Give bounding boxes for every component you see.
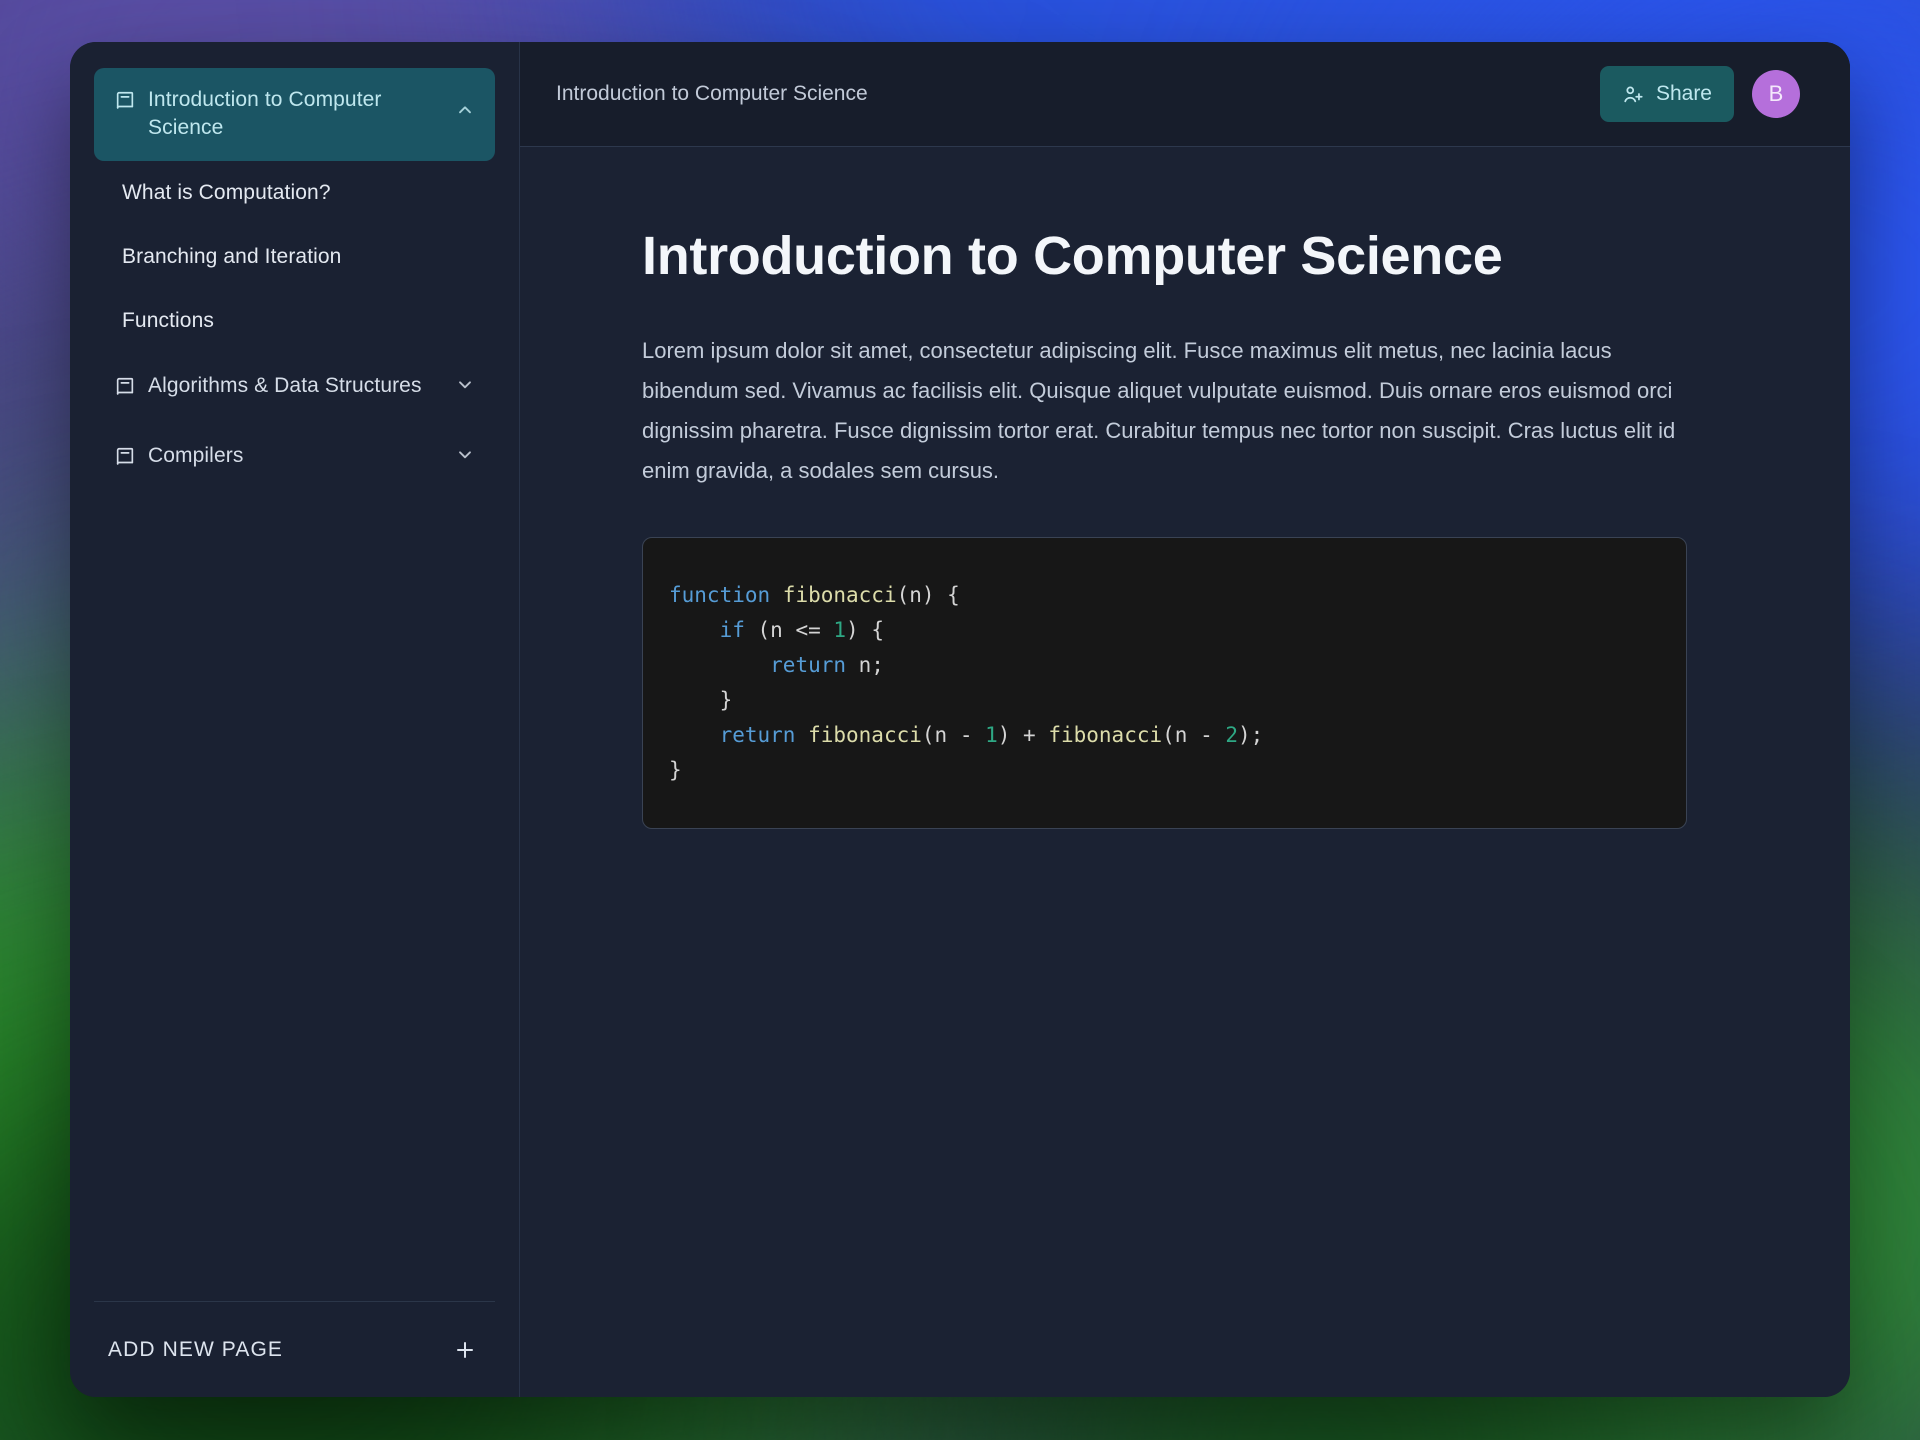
document-inner: Introduction to Computer Science Lorem i… [642, 225, 1687, 829]
sidebar-item-compilers[interactable]: Compilers [94, 424, 495, 494]
sidebar-item-label: Branching and Iteration [122, 245, 342, 269]
avatar[interactable]: B [1752, 70, 1800, 118]
main-panel: Introduction to Computer Science Share B [520, 42, 1850, 1397]
sidebar-item-what-is-computation[interactable]: What is Computation? [94, 161, 495, 225]
code-token-pl: ) { [846, 618, 884, 642]
user-plus-icon [1622, 83, 1644, 105]
code-token-pl: (n <= [744, 618, 834, 642]
code-token-pl: (n - [921, 723, 986, 747]
sidebar-item-label: Functions [122, 309, 214, 333]
book-icon [114, 90, 136, 120]
chevron-down-icon[interactable] [455, 375, 475, 403]
code-token-kw: return [770, 653, 847, 677]
sidebar-item-label: Compilers [148, 444, 244, 468]
breadcrumb[interactable]: Introduction to Computer Science [556, 82, 1582, 106]
app-window: Introduction to Computer Science What is… [70, 42, 1850, 1397]
code-token-pl: ); [1238, 723, 1264, 747]
code-token-fn: fibonacci [782, 583, 897, 607]
code-token-fn: fibonacci [808, 723, 922, 747]
code-token-pl: ) + [997, 723, 1049, 747]
code-token-num: 1 [985, 723, 998, 747]
document-area: Introduction to Computer Science Lorem i… [520, 147, 1850, 1397]
desktop-wallpaper: Introduction to Computer Science What is… [0, 0, 1920, 1440]
page-title: Introduction to Computer Science [642, 226, 1503, 286]
code-token-num: 1 [833, 618, 847, 642]
sidebar-item-label: Algorithms & Data Structures [148, 373, 422, 397]
topbar: Introduction to Computer Science Share B [520, 42, 1850, 147]
sidebar-item-functions[interactable]: Functions [94, 289, 495, 353]
code-token-pl: } [669, 758, 682, 782]
sidebar-item-introduction-to-computer-science[interactable]: Introduction to Computer Science [94, 68, 495, 161]
chevron-up-icon[interactable] [455, 100, 475, 128]
share-button-label: Share [1655, 82, 1712, 105]
code-token-fn: fibonacci [1048, 723, 1163, 747]
sidebar: Introduction to Computer Science What is… [70, 42, 520, 1397]
sidebar-nav: Introduction to Computer Science What is… [70, 42, 519, 1301]
code-token-kw: if [719, 618, 745, 642]
book-icon [114, 446, 136, 476]
chevron-down-icon[interactable] [455, 445, 475, 473]
code-token-pl: (n) { [896, 583, 960, 607]
plus-icon [453, 1338, 477, 1362]
code-token-kw: return [719, 723, 796, 747]
add-new-page-label: ADD NEW PAGE [108, 1337, 283, 1361]
sidebar-item-label: What is Computation? [122, 180, 331, 204]
sidebar-item-algorithms-and-data-structures[interactable]: Algorithms & Data Structures [94, 354, 495, 424]
code-token-pl: n; [846, 653, 884, 677]
code-token-pl: (n - [1162, 723, 1226, 747]
code-token-kw: function [669, 583, 783, 607]
sidebar-item-label: Introduction to Computer Science [148, 88, 382, 140]
sidebar-item-branching-and-iteration[interactable]: Branching and Iteration [94, 225, 495, 289]
avatar-initial: B [1768, 81, 1784, 106]
add-new-page-button[interactable]: ADD NEW PAGE [94, 1301, 495, 1397]
code-token-num: 2 [1225, 723, 1239, 747]
book-icon [114, 376, 136, 406]
code-token-pl: } [669, 688, 733, 712]
document-paragraph: Lorem ipsum dolor sit amet, consectetur … [642, 338, 1676, 483]
share-button[interactable]: Share [1599, 66, 1734, 122]
code-block[interactable]: function fibonacci(n) { if (n <= 1) { re… [642, 537, 1687, 829]
